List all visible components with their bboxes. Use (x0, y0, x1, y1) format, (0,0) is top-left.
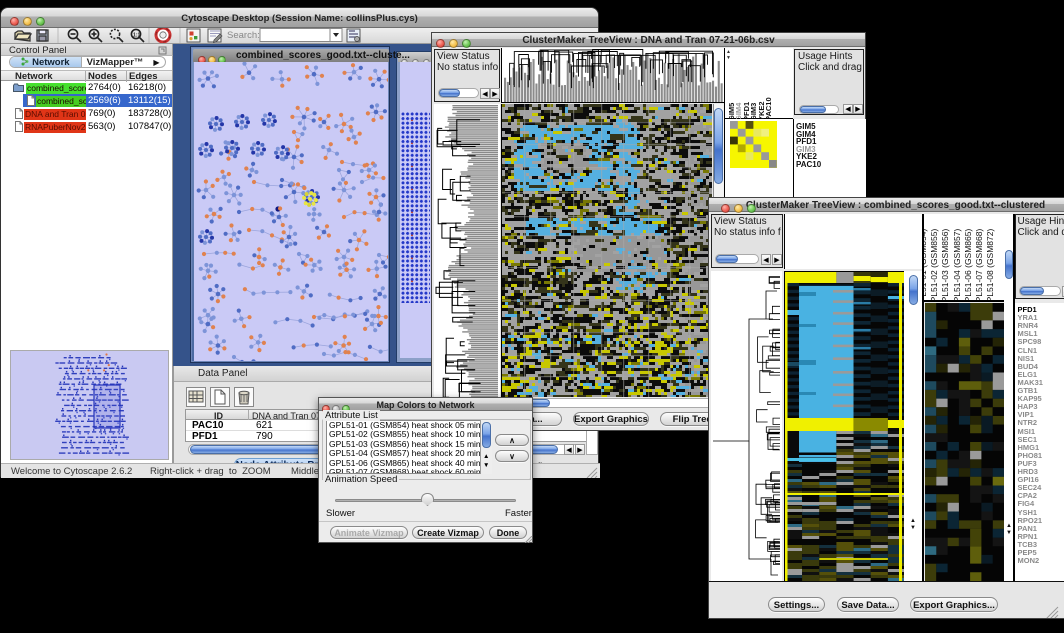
svg-text:1:1: 1:1 (133, 33, 140, 39)
svg-text:Search:: Search: (227, 30, 260, 41)
